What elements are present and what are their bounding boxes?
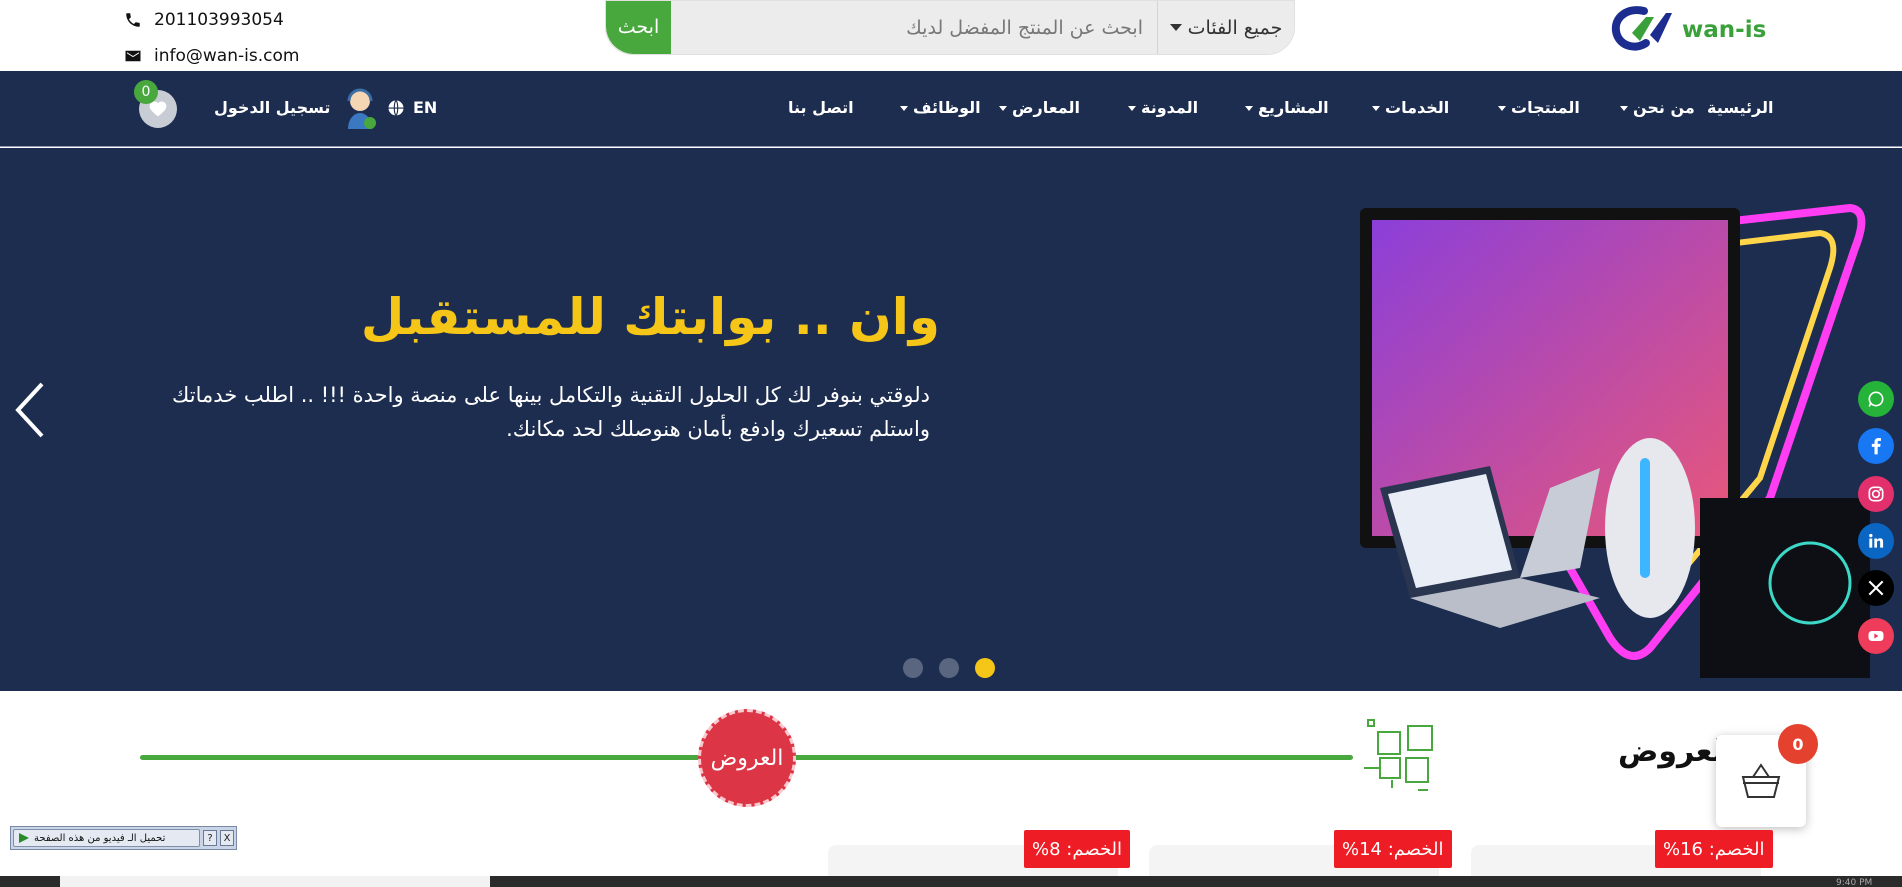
nav-label: المعارض	[1012, 98, 1080, 117]
hero-line-1: دلوقتي بنوفر لك كل الحلول التقنية والتكا…	[172, 383, 930, 407]
support-agent-icon[interactable]	[344, 85, 378, 131]
search-button[interactable]: ابحث	[606, 1, 671, 54]
category-select[interactable]: جميع الفئات	[1157, 1, 1294, 54]
instagram-icon	[1868, 486, 1884, 502]
taskbar-clock: 9:40 PM	[1836, 878, 1873, 887]
phone-number: 201103993054	[154, 10, 284, 30]
nav-item-products[interactable]: المنتجات	[1498, 98, 1580, 117]
nav-label: المدونة	[1141, 98, 1199, 117]
nav-label: المشاريع	[1258, 98, 1329, 117]
video-download-toolbar: تحميل الـ فيديو من هذه الصفحة ? X	[10, 826, 237, 850]
nav-item-jobs[interactable]: الوظائف	[900, 98, 981, 117]
nav-item-contact[interactable]: اتصل بنا	[788, 98, 854, 117]
caret-down-icon	[1498, 106, 1506, 111]
play-icon	[19, 833, 29, 843]
slider-dot-2[interactable]	[939, 658, 959, 678]
slider-dot-1[interactable]	[903, 658, 923, 678]
cart-count-badge: 0	[1778, 724, 1818, 764]
category-label: جميع الفئات	[1187, 16, 1283, 39]
globe-icon	[388, 99, 404, 116]
hero-product-image	[1360, 204, 1870, 678]
discount-badge: الخصم: 8%	[1024, 830, 1131, 868]
hero-line-2: واستلم تسعيرك وادفع بأمان هنوصلك لحد مكا…	[506, 417, 930, 441]
x-link[interactable]	[1858, 570, 1894, 606]
facebook-link[interactable]	[1858, 428, 1894, 464]
email-contact[interactable]: info@wan-is.com	[124, 46, 299, 66]
nav-label: المنتجات	[1511, 98, 1580, 117]
caret-down-icon	[999, 106, 1007, 111]
discount-badge: الخصم: 14%	[1334, 830, 1452, 868]
caret-down-icon	[1245, 106, 1253, 111]
search-bar: ابحث جميع الفئات	[605, 0, 1295, 55]
x-icon	[1868, 580, 1884, 596]
youtube-link[interactable]	[1858, 618, 1894, 654]
top-bar: 201103993054 info@wan-is.com ابحث جميع ا…	[0, 0, 1902, 71]
phone-contact[interactable]: 201103993054	[124, 10, 284, 30]
linkedin-icon	[1869, 533, 1884, 548]
logo-mark-icon	[1611, 6, 1672, 51]
slider-dot-3[interactable]	[975, 658, 995, 678]
caret-down-icon	[1128, 106, 1136, 111]
email-address: info@wan-is.com	[154, 46, 300, 66]
caret-down-icon	[900, 106, 908, 111]
nav-item-projects[interactable]: المشاريع	[1245, 98, 1329, 117]
offers-badge: العروض	[698, 709, 796, 807]
linkedin-link[interactable]	[1858, 523, 1894, 559]
nav-label: الرئيسية	[1707, 98, 1774, 117]
taskbar-window-button[interactable]	[60, 876, 490, 887]
main-nav: الرئيسية من نحن المنتجات الخدمات المشاري…	[0, 71, 1902, 147]
nav-item-exhibitions[interactable]: المعارض	[999, 98, 1080, 117]
language-switch[interactable]: EN	[387, 98, 437, 117]
grid-pattern-icon	[1364, 719, 1433, 791]
slider-prev-arrow-icon[interactable]	[14, 380, 46, 440]
nav-item-about[interactable]: من نحن	[1620, 98, 1695, 117]
hero-description: دلوقتي بنوفر لك كل الحلول التقنية والتكا…	[140, 378, 930, 446]
video-download-label: تحميل الـ فيديو من هذه الصفحة	[34, 832, 166, 844]
caret-down-icon	[1620, 106, 1628, 111]
basket-icon	[1741, 763, 1781, 798]
close-button[interactable]: X	[220, 830, 234, 846]
nav-label: من نحن	[1633, 98, 1695, 117]
nav-label: اتصل بنا	[788, 98, 854, 117]
nav-label: الخدمات	[1385, 98, 1450, 117]
whatsapp-link[interactable]	[1858, 381, 1894, 417]
nav-label: الوظائف	[913, 98, 981, 117]
discount-badge: الخصم: 16%	[1655, 830, 1773, 868]
nav-item-services[interactable]: الخدمات	[1372, 98, 1449, 117]
nav-item-blog[interactable]: المدونة	[1128, 98, 1198, 117]
facebook-icon	[1871, 438, 1881, 455]
video-download-button[interactable]: تحميل الـ فيديو من هذه الصفحة	[13, 829, 200, 847]
caret-down-icon	[1169, 24, 1182, 31]
nav-item-home[interactable]: الرئيسية	[1707, 98, 1774, 117]
language-label: EN	[413, 98, 438, 117]
envelope-icon	[125, 50, 141, 62]
help-button[interactable]: ?	[203, 830, 217, 846]
search-input[interactable]	[671, 1, 1157, 54]
caret-down-icon	[1372, 106, 1380, 111]
phone-icon	[126, 13, 140, 27]
site-logo[interactable]: wan-is	[1610, 4, 1766, 56]
instagram-link[interactable]	[1858, 476, 1894, 512]
youtube-icon	[1868, 631, 1884, 641]
hero-slider: وان .. بوابتك للمستقبل دلوقتي بنوفر لك ك…	[0, 148, 1902, 691]
logo-text: wan-is	[1682, 17, 1767, 43]
whatsapp-icon	[1868, 391, 1884, 407]
wishlist-count-badge: 0	[134, 80, 158, 104]
hero-title: وان .. بوابتك للمستقبل	[360, 288, 940, 346]
slider-dots	[903, 658, 995, 678]
login-link[interactable]: تسجيل الدخول	[214, 98, 330, 117]
